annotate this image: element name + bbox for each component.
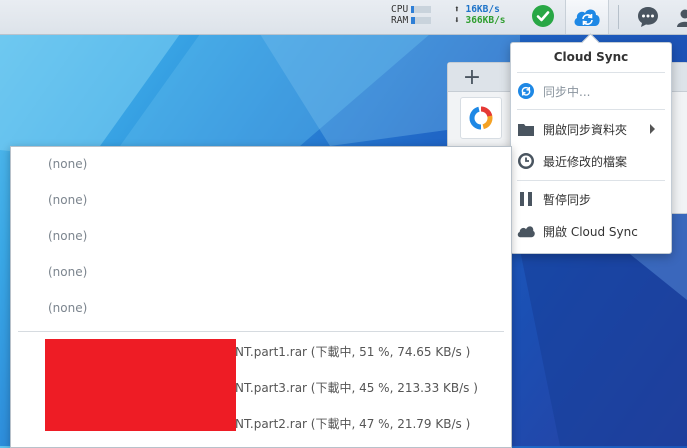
menu-title: Cloud Sync (511, 50, 671, 64)
taskbar: CPU RAM ⬆ 16KB/s ⬇ 366KB/s (0, 0, 687, 35)
donut-chart-icon (461, 98, 501, 138)
list-item[interactable]: (none) (48, 265, 87, 279)
menu-item-label: 開啟同步資料夾 (543, 121, 627, 138)
taskbar-separator (618, 5, 619, 29)
menu-divider (517, 180, 665, 181)
app-tile[interactable] (460, 97, 502, 139)
menu-divider (517, 72, 665, 73)
submenu-arrow-icon (650, 124, 655, 134)
download-speed: 366KB/s (465, 15, 505, 26)
cloud-sync-button[interactable] (565, 0, 609, 34)
sync-icon (517, 82, 535, 100)
list-item[interactable]: (none) (48, 193, 87, 207)
redaction-box (45, 339, 236, 431)
menu-divider (517, 109, 665, 110)
ram-label: RAM (391, 15, 408, 26)
menu-caret (581, 33, 599, 51)
add-tab-button[interactable]: + (458, 64, 486, 92)
menu-item-recent-files[interactable]: 最近修改的檔案 (511, 147, 671, 175)
menu-item-syncing: 同步中... (511, 77, 671, 105)
cpu-label: CPU (391, 4, 408, 15)
menu-item-label: 開啟 Cloud Sync (543, 223, 638, 240)
upload-speed: 16KB/s (465, 4, 499, 15)
cpu-usage-bar (411, 6, 431, 13)
cloud-sync-icon (572, 4, 602, 30)
upload-arrow-icon: ⬆ (454, 4, 460, 15)
menu-item-label: 同步中... (543, 83, 590, 100)
download-file-item[interactable]: NT.part1.rar (下載中, 51 %, 74.65 KB/s ) (235, 343, 470, 360)
cloud-sync-menu: Cloud Sync 同步中... 開啟同步資料夾 最近修改的檔案 (510, 42, 672, 254)
cloud-icon (517, 222, 535, 240)
download-file-item[interactable]: NT.part3.rar (下載中, 45 %, 213.33 KB/s ) (235, 379, 478, 396)
menu-item-label: 暫停同步 (543, 191, 591, 208)
menu-item-pause-sync[interactable]: 暫停同步 (511, 185, 671, 213)
recent-files-list: (none) (none) (none) (none) (none) NT.pa… (10, 146, 512, 448)
download-arrow-icon: ⬇ (454, 15, 460, 26)
network-speed[interactable]: ⬆ 16KB/s ⬇ 366KB/s (454, 4, 506, 26)
list-item[interactable]: (none) (48, 301, 87, 315)
ram-usage-bar (411, 17, 431, 24)
list-item[interactable]: (none) (48, 157, 87, 171)
resource-monitor[interactable]: CPU RAM (391, 4, 431, 26)
folder-icon (517, 120, 535, 138)
menu-item-open-sync-folder[interactable]: 開啟同步資料夾 (511, 115, 671, 143)
check-circle-icon[interactable] (532, 5, 554, 27)
download-file-item[interactable]: NT.part2.rar (下載中, 47 %, 21.79 KB/s ) (235, 415, 470, 432)
chat-icon[interactable] (636, 5, 660, 29)
menu-item-label: 最近修改的檔案 (543, 153, 627, 170)
list-item[interactable]: (none) (48, 229, 87, 243)
pause-icon (517, 190, 535, 208)
user-icon[interactable] (676, 5, 687, 29)
list-divider (18, 331, 504, 332)
clock-icon (517, 152, 535, 170)
menu-item-open-cloud-sync[interactable]: 開啟 Cloud Sync (511, 217, 671, 245)
